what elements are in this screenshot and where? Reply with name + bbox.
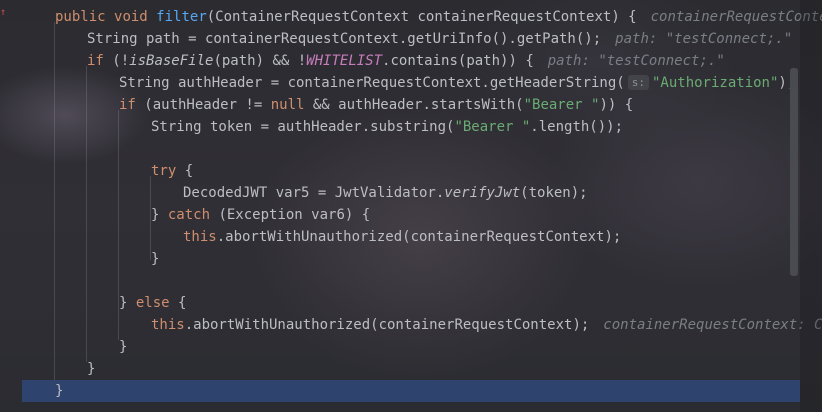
code-line-8[interactable]: try { (0, 160, 800, 182)
code-line-3[interactable]: if (!isBaseFile(path) && !WHITELIST.cont… (0, 50, 800, 72)
scrollbar-track[interactable] (800, 0, 822, 412)
method-name: filter (156, 9, 207, 25)
code-line-5[interactable]: if (authHeader != null && authHeader.sta… (0, 94, 800, 116)
inlay-hint: path: "testConnect;." (547, 53, 725, 69)
code-line-1[interactable]: public void filter(ContainerRequestConte… (0, 6, 822, 28)
gutter-marker-icon: ↑ (0, 8, 6, 18)
code-line-16[interactable]: } (0, 336, 800, 358)
code-line-6[interactable]: String token = authHeader.substring("Bea… (0, 116, 800, 138)
scrollbar-thumb[interactable] (790, 68, 798, 276)
code-editor[interactable]: public void filter(ContainerRequestConte… (0, 0, 822, 412)
static-field: WHITELIST (306, 53, 383, 69)
parameter-hint-badge: s: (627, 75, 649, 90)
code-line-2[interactable]: String path = containerRequestContext.ge… (0, 28, 800, 50)
code-line-15[interactable]: this.abortWithUnauthorized(containerRequ… (0, 314, 822, 336)
inlay-hint: path: "testConnect;." (615, 31, 793, 47)
code-line-13[interactable] (0, 270, 800, 292)
code-line-11[interactable]: this.abortWithUnauthorized(containerRequ… (0, 226, 800, 248)
code-line-18-current[interactable]: } (22, 380, 800, 402)
code-line-10[interactable]: } catch (Exception var6) { (0, 204, 800, 226)
code-line-7[interactable] (0, 138, 800, 160)
inlay-hint: containerRequestContext: Co (603, 317, 822, 333)
code-line-9[interactable]: DecodedJWT var5 = JwtValidator.verifyJwt… (0, 182, 800, 204)
code-line-14[interactable]: } else { (0, 292, 800, 314)
inlay-hint: containerRequestContex (650, 9, 822, 25)
code-line-12[interactable]: } (0, 248, 800, 270)
code-line-4[interactable]: String authHeader = containerRequestCont… (0, 72, 800, 94)
code-line-17[interactable]: } (0, 358, 800, 380)
